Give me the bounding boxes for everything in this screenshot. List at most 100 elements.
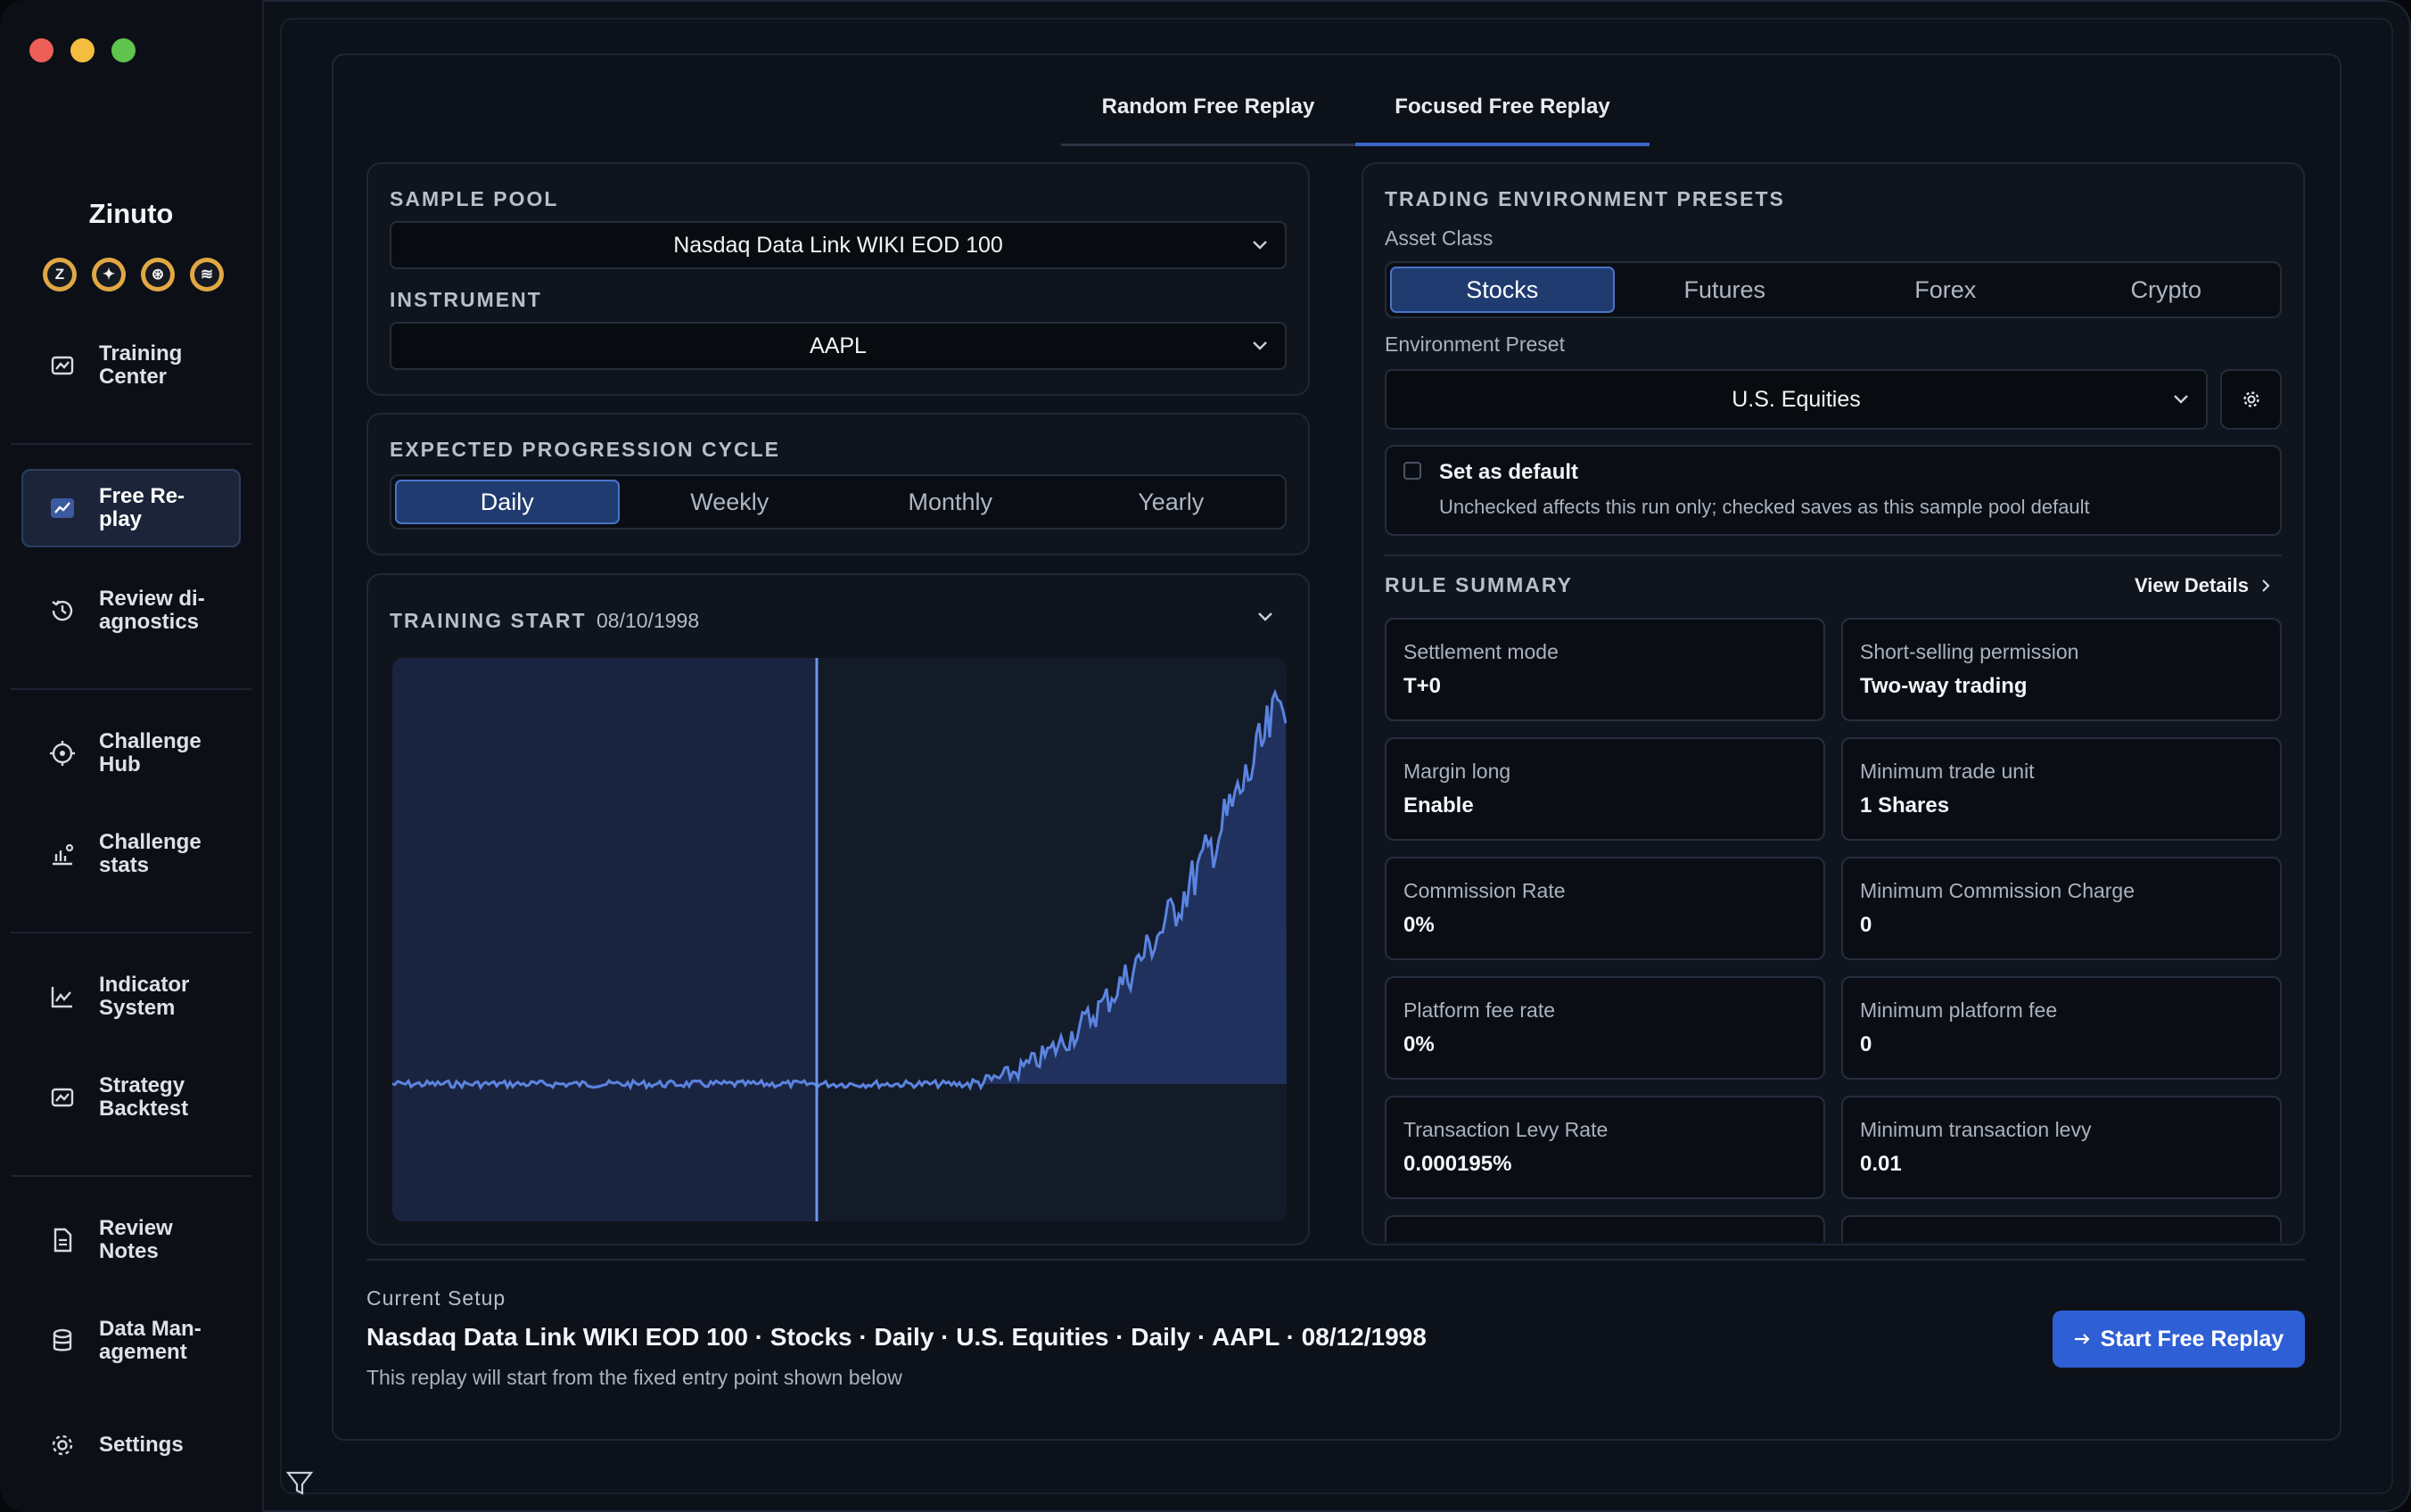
document-icon xyxy=(53,1228,72,1253)
sidebar-item-label: Data Man- agement xyxy=(99,1317,202,1364)
start-free-replay-button[interactable]: Start Free Replay xyxy=(2053,1311,2305,1368)
set-default-description: Unchecked affects this run only; checked… xyxy=(1439,496,2090,518)
robot-badge-icon: ⊛ xyxy=(141,258,175,292)
sidebar-item-training-center[interactable]: Training Center xyxy=(21,326,241,405)
chevron-down-icon xyxy=(2174,395,2188,404)
rule-title: Transaction Levy Rate xyxy=(1403,1118,1609,1141)
line-chart-icon xyxy=(51,987,72,1008)
rule-value: 0.000195% xyxy=(1403,1152,1512,1176)
sidebar-item-label: Strategy Backtest xyxy=(99,1073,189,1121)
rule-value: Enable xyxy=(1403,793,1474,818)
chevron-right-icon xyxy=(2262,579,2270,592)
sample-pool-select[interactable]: Nasdaq Data Link WIKI EOD 100 xyxy=(390,221,1287,269)
cycle-option-weekly[interactable]: Weekly xyxy=(620,480,841,524)
environment-preset-select[interactable]: U.S. Equities xyxy=(1385,369,2208,430)
trading-env-label: TRADING ENVIRONMENT PRESETS xyxy=(1385,187,1785,210)
rule-title: Short-selling permission xyxy=(1860,640,2079,663)
chevron-badge-icon: ≋ xyxy=(190,258,224,292)
sidebar-item-indicator-system[interactable]: Indicator System xyxy=(21,957,241,1036)
rule-value: T+0 xyxy=(1403,674,1442,698)
set-default-title: Set as default xyxy=(1439,460,1579,484)
sidebar-item-challenge-stats[interactable]: Challenge stats xyxy=(21,815,241,893)
sidebar-divider xyxy=(11,932,251,933)
badge-row: Z ✦ ⊛ ≋ xyxy=(43,258,224,292)
rule-value: 0% xyxy=(1403,913,1435,937)
training-start-label: TRAINING START xyxy=(390,609,587,632)
app-name: Zinuto xyxy=(88,198,174,229)
image-chart-icon xyxy=(51,1088,74,1107)
rule-card: Minimum transaction levy 0.01 xyxy=(1841,1096,2282,1199)
view-details-link[interactable]: View Details xyxy=(2135,574,2270,597)
cycle-option-yearly[interactable]: Yearly xyxy=(1061,480,1282,524)
sidebar-item-settings[interactable]: Settings xyxy=(21,1406,241,1484)
sidebar-item-data-management[interactable]: Data Man- agement xyxy=(21,1302,241,1380)
instrument-select[interactable]: AAPL xyxy=(390,322,1287,370)
rule-card-partial xyxy=(1385,1215,1825,1242)
rule-card: Minimum Commission Charge 0 xyxy=(1841,857,2282,960)
asset-class-stocks[interactable]: Stocks xyxy=(1390,267,1615,313)
tab-random-free-replay[interactable]: Random Free Replay xyxy=(1061,93,1355,146)
close-window-button[interactable] xyxy=(29,38,53,62)
preset-settings-button[interactable] xyxy=(2220,369,2282,430)
sidebar-divider xyxy=(11,443,251,445)
rule-scrollbar[interactable] xyxy=(2298,615,2301,1239)
sidebar-item-review-notes[interactable]: Review Notes xyxy=(21,1201,241,1279)
sidebar-item-label: Free Re- play xyxy=(99,484,185,531)
default-option-box: Set as default Unchecked affects this ru… xyxy=(1385,445,2282,536)
asset-class-label: Asset Class xyxy=(1385,226,1494,250)
pre-start-region xyxy=(392,658,817,1221)
sidebar-item-review-diagnostics[interactable]: Review di- agnostics xyxy=(21,571,241,650)
rule-divider xyxy=(1385,555,2282,556)
rule-title: Minimum platform fee xyxy=(1860,998,2058,1022)
cycle-option-daily[interactable]: Daily xyxy=(395,480,620,524)
rule-summary-label: RULE SUMMARY xyxy=(1385,573,1573,596)
cycle-option-monthly[interactable]: Monthly xyxy=(840,480,1061,524)
chevron-down-icon xyxy=(1253,341,1267,350)
replay-mode-tabs: Random Free Replay Focused Free Replay xyxy=(1061,93,1650,146)
sidebar-item-label: Challenge stats xyxy=(99,830,202,877)
maximize-window-button[interactable] xyxy=(111,38,136,62)
rule-card: Settlement mode T+0 xyxy=(1385,618,1825,721)
asset-class-forex[interactable]: Forex xyxy=(1835,267,2056,313)
rule-card: Transaction Levy Rate 0.000195% xyxy=(1385,1096,1825,1199)
sidebar-item-label: Review Notes xyxy=(99,1216,173,1263)
rule-value: 0 xyxy=(1860,913,1872,937)
rule-title: Minimum transaction levy xyxy=(1860,1118,2092,1141)
set-default-checkbox[interactable] xyxy=(1403,462,1421,480)
rule-value: 1 Shares xyxy=(1860,793,1950,818)
sidebar-item-challenge-hub[interactable]: Challenge Hub xyxy=(21,714,241,793)
asset-class-futures[interactable]: Futures xyxy=(1615,267,1836,313)
rule-card: Minimum platform fee 0 xyxy=(1841,976,2282,1080)
footer-divider xyxy=(366,1259,2305,1261)
sidebar-item-strategy-backtest[interactable]: Strategy Backtest xyxy=(21,1058,241,1137)
sidebar-item-label: Settings xyxy=(99,1433,184,1457)
filter-icon[interactable] xyxy=(285,1469,314,1498)
rule-card: Platform fee rate 0% xyxy=(1385,976,1825,1080)
price-history-chart[interactable] xyxy=(392,658,1287,1221)
sidebar-divider xyxy=(11,688,251,690)
stats-bars-icon xyxy=(53,843,74,866)
chevron-down-icon[interactable] xyxy=(1256,612,1274,622)
sidebar-item-label: Indicator System xyxy=(99,973,190,1020)
rule-title: Minimum Commission Charge xyxy=(1860,879,2135,902)
gear-icon xyxy=(52,1434,73,1456)
sidebar-item-label: Challenge Hub xyxy=(99,729,202,777)
sidebar-item-free-replay[interactable]: Free Re- play xyxy=(21,469,241,547)
rule-value: Two-way trading xyxy=(1860,674,2028,698)
trend-chart-icon xyxy=(51,498,74,518)
current-setup-note: This replay will start from the fixed en… xyxy=(366,1366,902,1389)
asset-class-crypto[interactable]: Crypto xyxy=(2056,267,2277,313)
environment-preset-label: Environment Preset xyxy=(1385,333,1565,356)
rule-value: 0 xyxy=(1860,1032,1872,1056)
rule-value: 0.01 xyxy=(1860,1152,1902,1176)
instrument-value: AAPL xyxy=(810,333,867,358)
rule-title: Minimum trade unit xyxy=(1860,760,2035,783)
minimize-window-button[interactable] xyxy=(70,38,95,62)
sidebar-divider xyxy=(11,1175,251,1177)
target-icon xyxy=(50,741,75,766)
tab-focused-free-replay[interactable]: Focused Free Replay xyxy=(1355,93,1650,146)
progression-cycle-label: EXPECTED PROGRESSION CYCLE xyxy=(390,438,780,461)
rule-card: Commission Rate 0% xyxy=(1385,857,1825,960)
sample-pool-label: SAMPLE POOL xyxy=(390,187,559,210)
rule-card: Short-selling permission Two-way trading xyxy=(1841,618,2282,721)
